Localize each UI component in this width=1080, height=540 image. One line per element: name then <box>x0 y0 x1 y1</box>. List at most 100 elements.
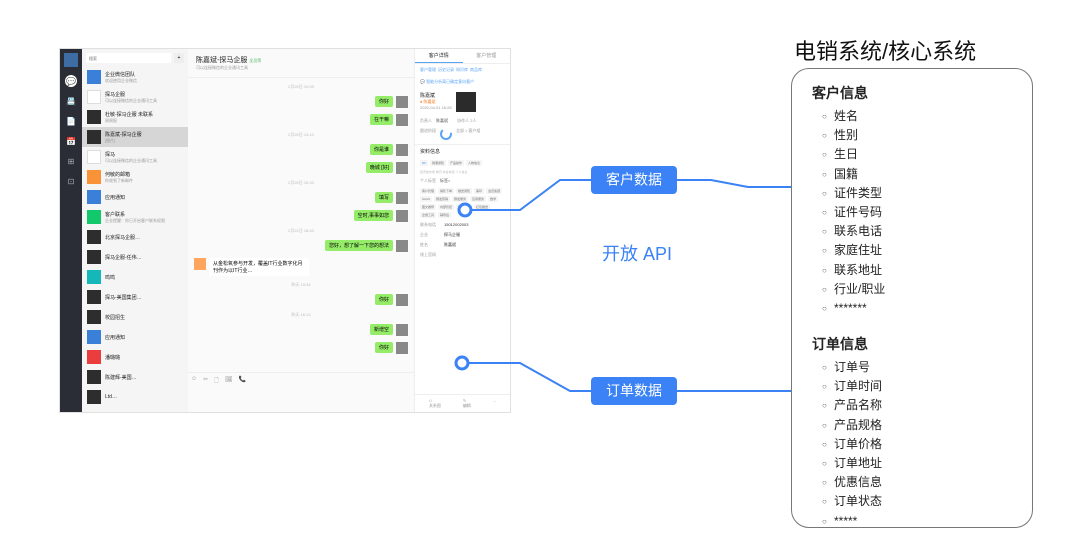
list-item: ******* <box>822 299 1012 318</box>
chat-list-item[interactable]: 探马企服可以连接微信的企业通讯工具 <box>82 87 188 107</box>
tag[interactable]: 美印 <box>474 188 484 194</box>
tag[interactable]: 辅导班 <box>438 212 451 218</box>
phone-icon[interactable]: 📞 <box>239 376 246 386</box>
chat-list-item[interactable]: Ltd… <box>82 387 188 407</box>
msg-out: 空时,事事如您 <box>194 210 408 222</box>
msg-out: 你是谁 <box>194 144 408 156</box>
chat-list-item[interactable]: 何敏的邮箱你收到了新邮件 <box>82 167 188 187</box>
panel-bottom-actions: ◇关系图 ✎编辑 ... <box>415 394 510 412</box>
emoji-icon[interactable]: ☺ <box>191 376 197 386</box>
tag[interactable]: 内部管控 <box>438 204 454 210</box>
tag[interactable]: 产品操作 <box>448 160 464 166</box>
date: 2020-04-01 16:28 <box>420 105 452 110</box>
relation-icon[interactable]: ◇关系图 <box>429 398 441 409</box>
info-box: 客户信息 姓名性别生日国籍证件类型证件号码联系电话家庭住址联系地址行业/职业**… <box>791 68 1033 528</box>
chat-list-item[interactable]: 应用通知 <box>82 187 188 207</box>
chat-list-item[interactable]: 探马可以连接微信的企业通讯工具 <box>82 147 188 167</box>
list-item: 生日 <box>822 145 1012 164</box>
tag[interactable]: 客户管理 <box>420 188 436 194</box>
msg-out: 新增空 <box>194 324 408 336</box>
list-item: ***** <box>822 512 1012 531</box>
chat-list-item[interactable]: 企业微信团队欢迎使用企业微信 <box>82 67 188 87</box>
timestamp: 2月20日 10:09 <box>194 84 408 90</box>
tag[interactable]: 销售下单 <box>438 188 454 194</box>
tag[interactable]: 人物信息 <box>466 160 482 166</box>
list-item: 行业/职业 <box>822 280 1012 299</box>
customer-line-right <box>677 180 791 187</box>
image-icon[interactable]: 🖼 <box>225 376 233 386</box>
customer-header: 客户信息 <box>812 83 1012 103</box>
tag[interactable]: 会员答题 <box>486 188 502 194</box>
tag[interactable]: 红包推送 <box>474 204 490 210</box>
tag[interactable]: SAAS <box>420 196 432 202</box>
chat-title: 陈嘉斌-探马企服 <box>196 57 247 64</box>
panel-tabs: 客户详情 客户管理 <box>415 49 510 64</box>
tag[interactable]: 推送通知 <box>456 188 472 194</box>
list-item: 联系地址 <box>822 261 1012 280</box>
tag[interactable]: BP <box>420 160 428 166</box>
doc-icon[interactable]: 📄 <box>65 115 77 127</box>
system-title: 电销系统/核心系统 <box>794 34 976 66</box>
tag[interactable]: 企微工具 <box>420 212 436 218</box>
list-item: 订单状态 <box>822 492 1012 511</box>
chat-list-item[interactable]: 杜敏-探马企服 未联系周周报 <box>82 107 188 127</box>
tab-manage[interactable]: 客户管理 <box>463 49 511 63</box>
list-item: 优惠信息 <box>822 473 1012 492</box>
scissors-icon[interactable]: ✂ <box>203 376 208 386</box>
chat-list-item[interactable]: 校园招生 <box>82 307 188 327</box>
tag[interactable]: 数学 <box>488 196 498 202</box>
more-icon[interactable]: ... <box>493 398 496 409</box>
chat-list-item[interactable]: 客户联系企业提醒：你已开启客户联系权限 <box>82 207 188 227</box>
tag[interactable]: 应用服务 <box>470 196 486 202</box>
search-row: + <box>82 49 188 67</box>
list-item: 证件类型 <box>822 184 1012 203</box>
apps-icon[interactable]: ⊡ <box>65 175 77 187</box>
msg-out: 你好 <box>194 96 408 108</box>
tab-detail[interactable]: 客户详情 <box>415 49 463 63</box>
tag[interactable]: 群发营销 <box>434 196 450 202</box>
chat-body: 2月20日 10:09 你好 在干嘛 2月20日 13:14 你是谁 晚城 [好… <box>188 78 414 372</box>
msg-out: 填写 <box>194 192 408 204</box>
chat-list-item[interactable]: 北京探马企服… <box>82 227 188 247</box>
chat-list-item[interactable]: 潘璐璐 <box>82 347 188 367</box>
chat-input[interactable]: ☺ ✂ 🗋 🖼 📞 <box>188 372 414 412</box>
chat-list-item[interactable]: 应用通知 <box>82 327 188 347</box>
msg-out: 在干嘛 <box>194 114 408 126</box>
chat-list-item[interactable]: 鸣鸣 <box>82 267 188 287</box>
api-label: 开放 API <box>602 244 672 264</box>
edit-icon[interactable]: ✎编辑 <box>463 398 471 409</box>
chat-main: 陈嘉斌-探马企服 全员等 可以连接微信的企业通讯工具 2月20日 10:09 你… <box>188 49 414 412</box>
input-toolbar: ☺ ✂ 🗋 🖼 📞 <box>191 376 411 386</box>
workbench-icon[interactable]: ⊞ <box>65 155 77 167</box>
chat-list-item[interactable]: 探马企服-任伟… <box>82 247 188 267</box>
timestamp: 昨天 16:13 <box>194 312 408 318</box>
chat-icon[interactable]: 💬 <box>65 75 77 87</box>
list-item: 家庭住址 <box>822 241 1012 260</box>
wework-app: 💬 📇 📄 📅 ⊞ ⊡ + 企业微信团队欢迎使用企业微信探马企服可以连接微信的企… <box>59 48 511 413</box>
chat-list-item[interactable]: 陈建辉-美国… <box>82 367 188 387</box>
tag[interactable]: 群发服务 <box>452 196 468 202</box>
chat-list-item[interactable]: 陈嘉斌-探马企服[图片] <box>82 127 188 147</box>
calendar-icon[interactable]: 📅 <box>65 135 77 147</box>
tag[interactable]: 客户管理 <box>456 204 472 210</box>
search-input[interactable] <box>86 53 171 63</box>
intent-hint: 💬 智能分析离已确定意向客户 <box>415 76 510 88</box>
order-badge <box>591 377 677 405</box>
file-icon[interactable]: 🗋 <box>214 376 219 386</box>
company-tags: BP微课通知产品操作人物信息 <box>415 158 510 168</box>
order-fields: 订单号订单时间产品名称产品规格订单价格订单地址优惠信息订单状态***** <box>812 358 1012 531</box>
customer-name: 陈嘉斌 <box>420 92 452 99</box>
list-item: 产品规格 <box>822 416 1012 435</box>
panel-subtabs: 客户管理 历史记录 知识库 商品库 <box>415 64 510 76</box>
user-avatar[interactable] <box>64 53 78 67</box>
contacts-icon[interactable]: 📇 <box>65 95 77 107</box>
new-chat-button[interactable]: + <box>174 53 184 63</box>
list-item: 姓名 <box>822 107 1012 126</box>
timestamp: 2月21日 18:43 <box>194 228 408 234</box>
tag[interactable]: 微课通知 <box>430 160 446 166</box>
chat-sub: 可以连接微信的企业通讯工具 <box>196 65 406 71</box>
content-tags: 客户管理销售下单推送通知美印会员答题SAAS群发营销群发服务应用服务数学图文推荐… <box>415 186 510 220</box>
list-item: 订单地址 <box>822 454 1012 473</box>
chat-list-item[interactable]: 探马-美国集团… <box>82 287 188 307</box>
tag[interactable]: 图文推荐 <box>420 204 436 210</box>
